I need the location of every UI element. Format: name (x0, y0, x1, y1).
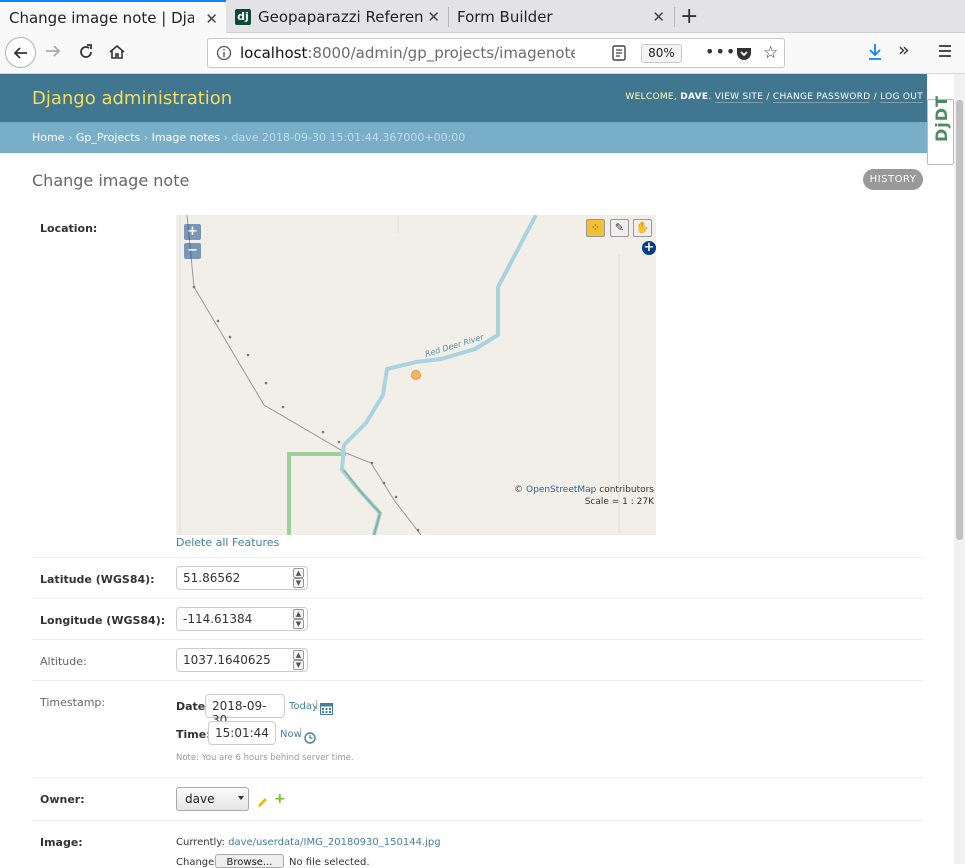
form-row-latitude: Latitude (WGS84): (32, 558, 923, 599)
log-out-link[interactable]: LOG OUT (880, 92, 923, 103)
tab-title: Geopaparazzi Referenc (258, 7, 423, 26)
breadcrumb-current: dave 2018-09-30 15:01:44.367000+00:00 (231, 131, 466, 144)
add-owner-plus-icon[interactable]: + (274, 792, 286, 806)
tab-form-builder[interactable]: Form Builder ✕ (448, 0, 673, 33)
longitude-spinner[interactable]: ▲ ▼ (293, 609, 304, 629)
image-label: Image: (40, 836, 83, 849)
close-icon[interactable]: ✕ (205, 10, 218, 28)
current-image-link[interactable]: dave/userdata/IMG_20180930_150144.jpg (228, 837, 441, 848)
bookmark-star-icon[interactable]: ☆ (763, 43, 778, 63)
pocket-icon[interactable] (736, 46, 752, 65)
change-label: Change: (176, 857, 218, 868)
map-scale: Scale = 1 : 27K (584, 497, 654, 507)
close-icon[interactable]: ✕ (652, 8, 665, 26)
page-title: Change image note (32, 171, 190, 190)
history-button[interactable]: HISTORY (863, 169, 923, 190)
tab-change-image-note[interactable]: Change image note | Djang ✕ (0, 0, 226, 33)
calendar-icon[interactable] (320, 700, 333, 719)
owner-label: Owner: (40, 793, 85, 806)
pan-hand-tool-icon[interactable]: ✋ (633, 219, 652, 237)
timezone-note: Note: You are 6 hours behind server time… (176, 753, 354, 763)
back-arrow-icon[interactable] (5, 37, 36, 68)
browser-nav-bar: localhost:8000/admin/gp_projects/imageno… (0, 33, 965, 74)
layer-switcher-icon[interactable]: + (642, 241, 656, 255)
shortcut-divider: | (299, 727, 303, 738)
osm-link[interactable]: OpenStreetMap (526, 485, 596, 495)
altitude-input[interactable]: 1037.1640625 ▲ ▼ (176, 648, 308, 672)
shortcut-divider: | (315, 699, 319, 710)
djdt-label: DjDT (932, 95, 951, 142)
username: DAVE (680, 92, 709, 102)
form-row-image: Image: (32, 821, 923, 864)
admin-header: Django administration WELCOME, DAVE. VIE… (0, 74, 927, 122)
modify-feature-tool-icon[interactable]: ✎ (610, 219, 629, 237)
location-label: Location: (40, 222, 98, 235)
view-site-link[interactable]: VIEW SITE (714, 92, 764, 103)
user-tools: WELCOME, DAVE. VIEW SITE / CHANGE PASSWO… (625, 92, 923, 103)
longitude-label: Longitude (WGS84): (40, 614, 166, 627)
info-icon[interactable] (216, 45, 232, 65)
form-row-altitude: Altitude: (32, 640, 923, 681)
breadcrumb-app[interactable]: Gp_Projects (76, 131, 140, 144)
tab-divider (674, 7, 675, 27)
debug-toolbar-handle[interactable]: DjDT (927, 95, 954, 165)
forward-arrow-icon[interactable] (44, 43, 62, 64)
no-file-text: No file selected. (289, 857, 370, 868)
form-row-longitude: Longitude (WGS84): (32, 599, 923, 640)
new-tab-icon[interactable]: + (680, 4, 698, 29)
altitude-label: Altitude: (40, 655, 87, 668)
tab-title: Form Builder (457, 7, 553, 26)
owner-select[interactable]: dave (176, 787, 249, 811)
image-current: Currently: dave/userdata/IMG_20180930_15… (176, 837, 441, 848)
location-map[interactable]: Red Deer River + − ⁘ ✎ ✋ + © OpenStreetM… (176, 215, 656, 535)
page-actions-icon[interactable]: ••• (705, 42, 736, 61)
today-link[interactable]: Today (289, 701, 318, 712)
timestamp-label: Timestamp: (40, 696, 106, 709)
chevron-down-icon (238, 796, 244, 800)
delete-all-features-link[interactable]: Delete all Features (176, 536, 279, 549)
latitude-spinner[interactable]: ▲ ▼ (293, 568, 304, 588)
breadcrumb-model[interactable]: Image notes (152, 131, 220, 144)
zoom-in-button[interactable]: + (184, 224, 201, 240)
url-text[interactable]: localhost:8000/admin/gp_projects/imageno… (240, 44, 575, 62)
site-branding[interactable]: Django administration (32, 88, 232, 109)
reader-view-icon[interactable] (612, 45, 626, 65)
draw-point-tool-icon[interactable]: ⁘ (586, 219, 605, 237)
breadcrumb: Home › Gp_Projects › Image notes › dave … (0, 122, 927, 153)
change-password-link[interactable]: CHANGE PASSWORD (772, 92, 871, 103)
tab-geopaparazzi[interactable]: dj Geopaparazzi Referenc ✕ (226, 0, 448, 33)
altitude-spinner[interactable]: ▲ ▼ (293, 650, 304, 670)
tab-title: Change image note | Djang (9, 8, 194, 27)
latitude-input[interactable]: 51.86562 ▲ ▼ (176, 566, 308, 590)
browse-button[interactable]: Browse... (215, 854, 284, 868)
reload-icon[interactable] (77, 43, 95, 66)
django-favicon-icon: dj (235, 8, 251, 25)
home-icon[interactable] (108, 43, 126, 66)
welcome-text: WELCOME, (625, 92, 678, 102)
edit-owner-pencil-icon[interactable] (257, 793, 268, 812)
zoom-out-button[interactable]: − (184, 243, 201, 259)
time-input[interactable]: 15:01:44 (208, 721, 276, 745)
scrollbar-thumb[interactable] (956, 100, 963, 540)
browser-tab-bar: Change image note | Djang ✕ dj Geopapara… (0, 0, 965, 33)
form-row-timestamp: Timestamp: (32, 681, 923, 778)
close-icon[interactable]: ✕ (427, 8, 440, 26)
map-attribution: © OpenStreetMap contributors Scale = 1 :… (514, 485, 654, 507)
latitude-label: Latitude (WGS84): (40, 573, 155, 586)
overflow-chevron-icon[interactable]: » (898, 39, 910, 61)
menu-hamburger-icon[interactable] (937, 43, 953, 63)
form-row-owner: Owner: (32, 778, 923, 821)
breadcrumb-home[interactable]: Home (32, 131, 64, 144)
currently-label: Currently: (176, 837, 225, 848)
zoom-level-indicator[interactable]: 80% (641, 44, 682, 63)
time-label: Time: (176, 728, 211, 741)
downloads-icon[interactable] (867, 43, 883, 65)
date-input[interactable]: 2018-09-30 (205, 694, 285, 727)
clock-icon[interactable] (304, 729, 316, 748)
url-bar[interactable]: localhost:8000/admin/gp_projects/imageno… (207, 38, 785, 68)
longitude-input[interactable]: -114.61384 ▲ ▼ (176, 607, 308, 631)
